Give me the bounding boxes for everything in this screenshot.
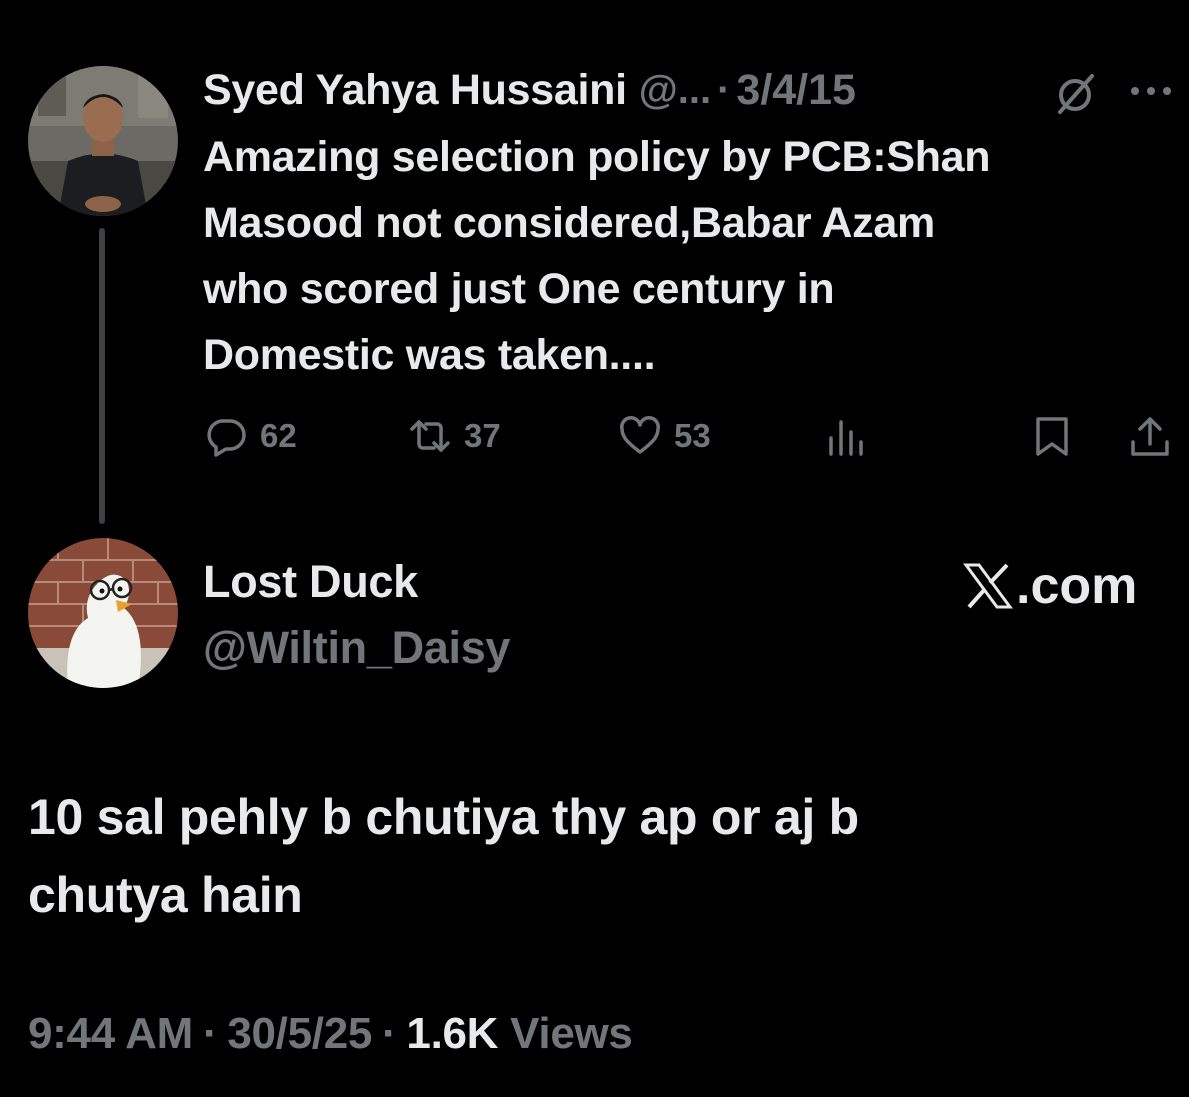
retweet-button[interactable]: 37 bbox=[408, 414, 501, 458]
tweet-text-line: chutya hain bbox=[28, 867, 303, 923]
reply-tweet-text: 10 sal pehly b chutiya thy ap or aj b ch… bbox=[28, 778, 1158, 934]
reply-icon bbox=[207, 419, 246, 457]
grok-icon[interactable] bbox=[1052, 70, 1098, 116]
brand-text: .com bbox=[1016, 557, 1138, 615]
avatar[interactable] bbox=[28, 538, 178, 688]
tweet-date[interactable]: 30/5/25 bbox=[227, 1009, 372, 1059]
tweet-metadata: 9:44 AM · 30/5/25 · 1.6K Views bbox=[28, 1006, 633, 1062]
reply-author-name[interactable]: Lost Duck bbox=[203, 556, 418, 608]
author-handle[interactable]: @... bbox=[639, 68, 711, 113]
views-icon bbox=[829, 420, 863, 456]
tweet-text-line: Amazing selection policy by PCB:Shan bbox=[203, 133, 991, 181]
tweet-date[interactable]: 3/4/15 bbox=[736, 66, 856, 115]
views-count: 1.6K bbox=[406, 1009, 499, 1058]
retweet-count: 37 bbox=[464, 417, 501, 454]
views-button[interactable] bbox=[824, 414, 868, 458]
quoted-tweet-text: Amazing selection policy by PCB:Shan Mas… bbox=[203, 124, 1173, 388]
x-brand-logo: .com bbox=[962, 556, 1137, 616]
share-icon bbox=[1131, 417, 1169, 456]
views-label: Views bbox=[510, 1009, 633, 1058]
x-logo-icon bbox=[963, 563, 1013, 609]
reply-button[interactable]: 62 bbox=[204, 414, 297, 458]
quoted-tweet-header: Syed Yahya Hussaini @... · 3/4/15 bbox=[203, 62, 856, 118]
like-button[interactable]: 53 bbox=[618, 414, 711, 458]
more-icon[interactable] bbox=[1126, 76, 1176, 106]
tweet-text-line: 10 sal pehly b chutiya thy ap or aj b bbox=[28, 789, 859, 845]
tweet-time[interactable]: 9:44 AM bbox=[28, 1009, 193, 1059]
separator: · bbox=[717, 67, 731, 112]
bookmark-button[interactable] bbox=[1030, 414, 1074, 458]
bookmark-icon bbox=[1036, 417, 1068, 456]
share-button[interactable] bbox=[1128, 414, 1172, 458]
tweet-text-line: who scored just One century in bbox=[203, 265, 835, 313]
reply-author-handle[interactable]: @Wiltin_Daisy bbox=[203, 622, 510, 674]
avatar[interactable] bbox=[28, 66, 178, 216]
retweet-icon bbox=[410, 420, 450, 452]
author-name[interactable]: Syed Yahya Hussaini bbox=[203, 66, 627, 115]
tweet-text-line: Domestic was taken.... bbox=[203, 331, 656, 379]
tweet-text-line: Masood not considered,Babar Azam bbox=[203, 199, 935, 247]
reply-count: 62 bbox=[260, 417, 297, 454]
separator: · bbox=[202, 1009, 218, 1058]
like-icon bbox=[620, 416, 660, 454]
like-count: 53 bbox=[674, 417, 711, 454]
separator: · bbox=[382, 1009, 397, 1058]
thread-connector-line bbox=[99, 228, 105, 524]
